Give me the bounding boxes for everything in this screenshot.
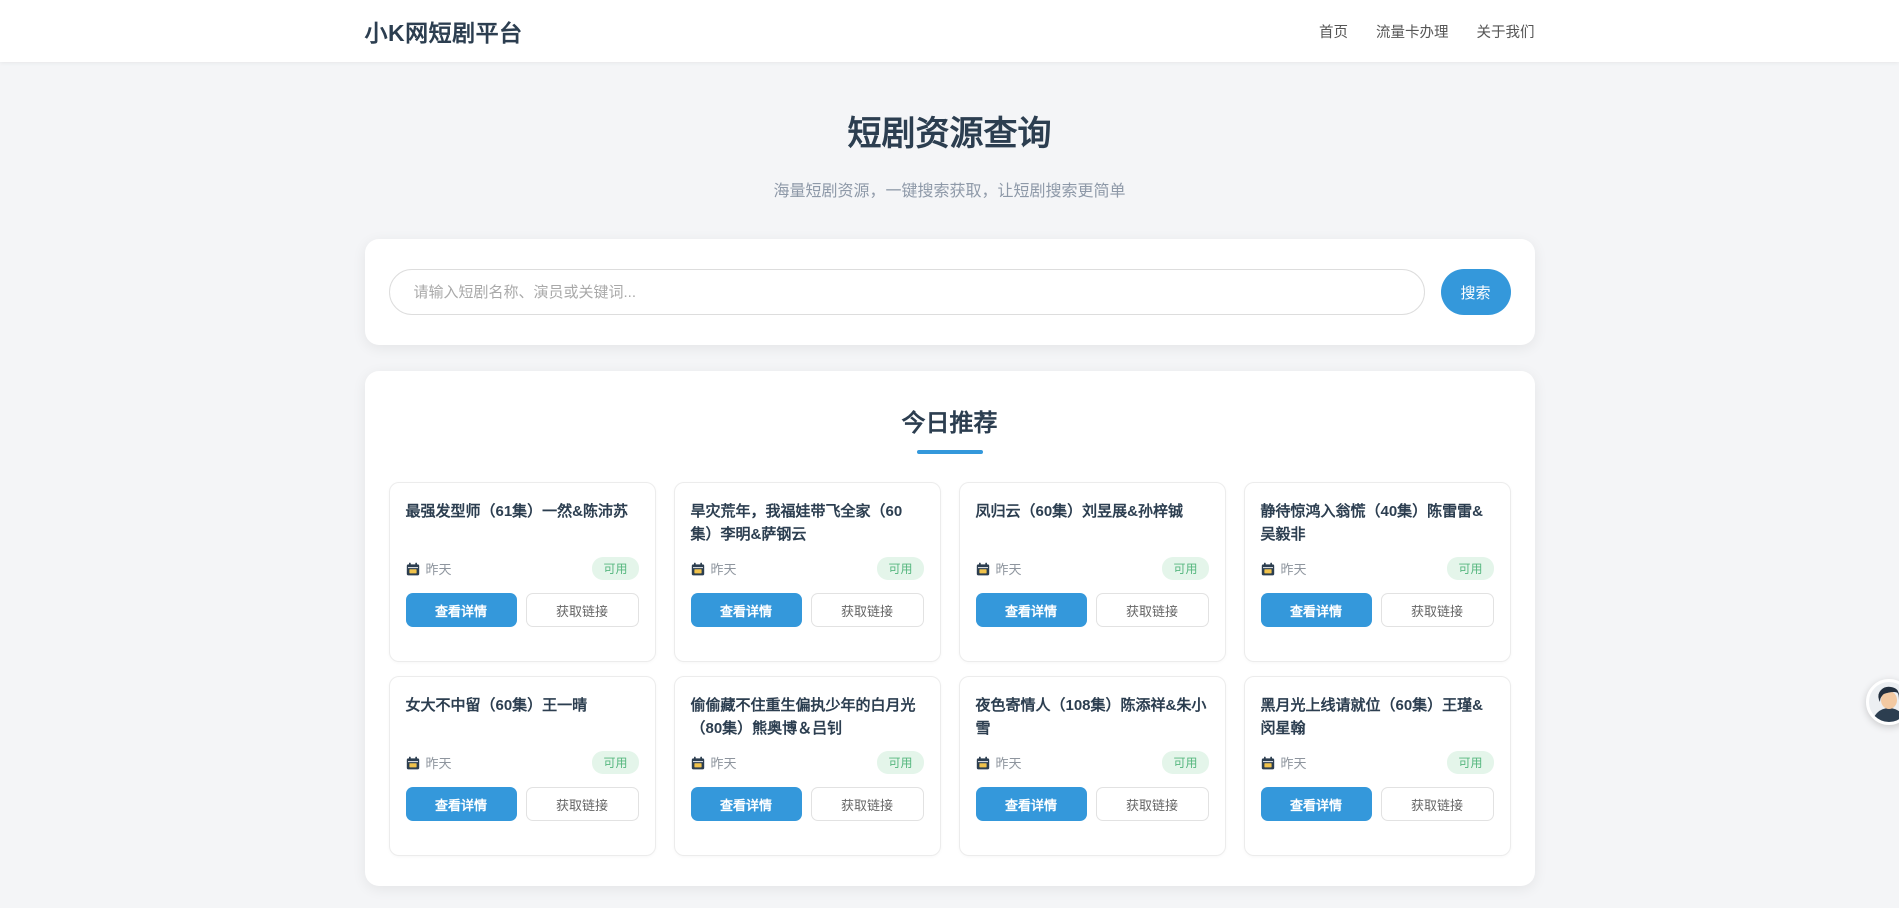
search-input[interactable]	[389, 269, 1425, 315]
status-badge: 可用	[1162, 557, 1208, 580]
view-detail-button[interactable]: 查看详情	[691, 593, 802, 627]
drama-actions: 查看详情 获取链接	[976, 593, 1209, 627]
drama-grid: 最强发型师（61集）一然&陈沛苏 昨天 可用 查看详情 获取链接 旱灾荒年，我福…	[389, 482, 1511, 856]
get-link-button[interactable]: 获取链接	[526, 593, 639, 627]
status-badge: 可用	[877, 557, 923, 580]
top-navbar: 小K网短剧平台 首页 流量卡办理 关于我们	[0, 0, 1899, 62]
get-link-button[interactable]: 获取链接	[811, 787, 924, 821]
drama-card: 旱灾荒年，我福娃带飞全家（60集）李明&萨钢云 昨天 可用 查看详情 获取链接	[674, 482, 941, 662]
search-button[interactable]: 搜索	[1441, 269, 1511, 315]
drama-date: 昨天	[711, 753, 737, 772]
drama-date: 昨天	[1281, 559, 1307, 578]
drama-actions: 查看详情 获取链接	[1261, 787, 1494, 821]
calendar-icon	[976, 562, 990, 576]
drama-meta: 昨天 可用	[976, 557, 1209, 580]
drama-meta: 昨天 可用	[976, 751, 1209, 774]
drama-card: 黑月光上线请就位（60集）王瑾&闵星翰 昨天 可用 查看详情 获取链接	[1244, 676, 1511, 856]
drama-meta: 昨天 可用	[1261, 751, 1494, 774]
site-logo[interactable]: 小K网短剧平台	[365, 14, 523, 48]
calendar-icon	[976, 756, 990, 770]
drama-date: 昨天	[996, 559, 1022, 578]
nav-item-home[interactable]: 首页	[1319, 21, 1348, 42]
get-link-button[interactable]: 获取链接	[1096, 593, 1209, 627]
customer-service-avatar[interactable]	[1866, 679, 1899, 725]
title-underline	[917, 450, 983, 454]
drama-card: 女大不中留（60集）王一晴 昨天 可用 查看详情 获取链接	[389, 676, 656, 856]
drama-meta: 昨天 可用	[406, 557, 639, 580]
view-detail-button[interactable]: 查看详情	[1261, 593, 1372, 627]
get-link-button[interactable]: 获取链接	[811, 593, 924, 627]
drama-title: 静待惊鸿入翁慌（40集）陈雷雷&吴毅非	[1261, 500, 1494, 547]
drama-meta: 昨天 可用	[1261, 557, 1494, 580]
status-badge: 可用	[1447, 557, 1493, 580]
drama-actions: 查看详情 获取链接	[691, 787, 924, 821]
view-detail-button[interactable]: 查看详情	[1261, 787, 1372, 821]
drama-meta: 昨天 可用	[406, 751, 639, 774]
status-badge: 可用	[877, 751, 923, 774]
status-badge: 可用	[1447, 751, 1493, 774]
drama-date: 昨天	[996, 753, 1022, 772]
drama-actions: 查看详情 获取链接	[1261, 593, 1494, 627]
drama-title: 最强发型师（61集）一然&陈沛苏	[406, 500, 639, 547]
drama-meta: 昨天 可用	[691, 751, 924, 774]
drama-title: 偷偷藏不住重生偏执少年的白月光（80集）熊奥博＆吕钊	[691, 694, 924, 741]
drama-card: 夜色寄情人（108集）陈添祥&朱小雪 昨天 可用 查看详情 获取链接	[959, 676, 1226, 856]
view-detail-button[interactable]: 查看详情	[976, 593, 1087, 627]
calendar-icon	[691, 562, 705, 576]
drama-title: 夜色寄情人（108集）陈添祥&朱小雪	[976, 694, 1209, 741]
nav-item-data-card[interactable]: 流量卡办理	[1376, 21, 1449, 42]
drama-card: 静待惊鸿入翁慌（40集）陈雷雷&吴毅非 昨天 可用 查看详情 获取链接	[1244, 482, 1511, 662]
drama-meta: 昨天 可用	[691, 557, 924, 580]
view-detail-button[interactable]: 查看详情	[406, 593, 517, 627]
view-detail-button[interactable]: 查看详情	[406, 787, 517, 821]
page-title: 短剧资源查询	[0, 106, 1899, 155]
drama-card: 最强发型师（61集）一然&陈沛苏 昨天 可用 查看详情 获取链接	[389, 482, 656, 662]
drama-date: 昨天	[711, 559, 737, 578]
drama-actions: 查看详情 获取链接	[691, 593, 924, 627]
drama-date: 昨天	[426, 753, 452, 772]
status-badge: 可用	[592, 751, 638, 774]
drama-actions: 查看详情 获取链接	[406, 787, 639, 821]
get-link-button[interactable]: 获取链接	[1381, 787, 1494, 821]
drama-date: 昨天	[426, 559, 452, 578]
calendar-icon	[406, 756, 420, 770]
drama-title: 女大不中留（60集）王一晴	[406, 694, 639, 741]
avatar-illustration	[1869, 682, 1899, 722]
search-panel: 搜索	[365, 239, 1535, 345]
drama-title: 旱灾荒年，我福娃带飞全家（60集）李明&萨钢云	[691, 500, 924, 547]
get-link-button[interactable]: 获取链接	[1381, 593, 1494, 627]
calendar-icon	[691, 756, 705, 770]
get-link-button[interactable]: 获取链接	[526, 787, 639, 821]
page-subtitle: 海量短剧资源，一键搜索获取，让短剧搜索更简单	[0, 177, 1899, 201]
recommend-section: 今日推荐 最强发型师（61集）一然&陈沛苏 昨天 可用 查看详情 获取链接 旱灾…	[365, 371, 1535, 886]
drama-card: 凤归云（60集）刘昱展&孙梓铖 昨天 可用 查看详情 获取链接	[959, 482, 1226, 662]
drama-title: 黑月光上线请就位（60集）王瑾&闵星翰	[1261, 694, 1494, 741]
status-badge: 可用	[592, 557, 638, 580]
get-link-button[interactable]: 获取链接	[1096, 787, 1209, 821]
main-nav: 首页 流量卡办理 关于我们	[1319, 21, 1535, 42]
view-detail-button[interactable]: 查看详情	[691, 787, 802, 821]
calendar-icon	[406, 562, 420, 576]
view-detail-button[interactable]: 查看详情	[976, 787, 1087, 821]
drama-title: 凤归云（60集）刘昱展&孙梓铖	[976, 500, 1209, 547]
calendar-icon	[1261, 562, 1275, 576]
recommend-title: 今日推荐	[389, 403, 1511, 438]
calendar-icon	[1261, 756, 1275, 770]
nav-item-about[interactable]: 关于我们	[1477, 21, 1535, 42]
drama-actions: 查看详情 获取链接	[406, 593, 639, 627]
hero-section: 短剧资源查询 海量短剧资源，一键搜索获取，让短剧搜索更简单	[0, 62, 1899, 201]
status-badge: 可用	[1162, 751, 1208, 774]
drama-card: 偷偷藏不住重生偏执少年的白月光（80集）熊奥博＆吕钊 昨天 可用 查看详情 获取…	[674, 676, 941, 856]
drama-actions: 查看详情 获取链接	[976, 787, 1209, 821]
drama-date: 昨天	[1281, 753, 1307, 772]
